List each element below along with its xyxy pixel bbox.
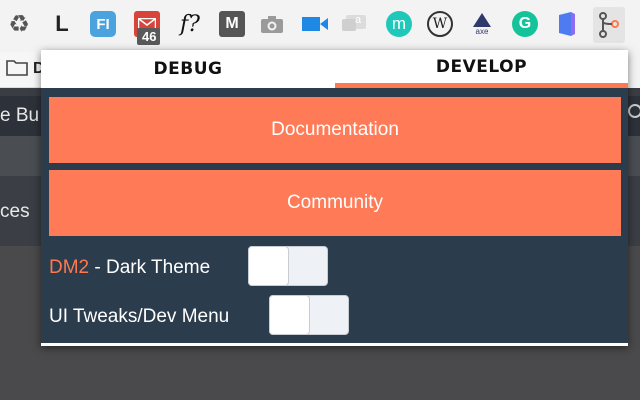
l-glyph: L [55,11,69,36]
camera-icon [261,16,283,33]
fi-extension-icon[interactable]: FI [90,11,116,37]
grammarly-extension-icon[interactable]: G [512,11,538,37]
ui-tweaks-label: UI Tweaks/Dev Menu [49,306,230,327]
axe-glyph: axe [475,26,489,36]
function-glyph: f? [180,11,200,37]
dm2-prefix: DM2 [49,257,90,278]
search-icon[interactable] [628,104,640,118]
dark-theme-label: - Dark Theme [89,257,211,278]
tab-develop[interactable]: DEVELOP [335,50,628,88]
page-title-fragment: e Bu [0,105,40,126]
triangle-icon [473,12,491,27]
ui-tweaks-row: UI Tweaks/Dev Menu [49,297,229,337]
branch-icon [599,12,619,38]
popup-tabs: DEBUG DEVELOP [41,50,628,88]
video-icon [302,17,328,31]
ui-tweaks-toggle[interactable] [269,295,349,335]
deployhq-extension-icon[interactable] [593,7,625,43]
notebook-icon [559,12,575,36]
m-extension-icon[interactable]: M [219,11,245,37]
toggle-knob [269,295,310,335]
community-button[interactable]: Community [49,170,621,236]
function-extension-icon[interactable]: f? [177,11,203,37]
grammarly-glyph: G [518,15,532,32]
w-glyph: W [432,16,448,32]
notebook-extension-icon[interactable] [554,11,580,37]
chat-glyph: a [355,14,362,26]
chat-extension-icon[interactable]: a [342,11,368,37]
recycle-extension-icon[interactable]: ♻ [6,10,32,38]
extension-popup: DEBUG DEVELOP Documentation Community DM… [41,50,628,346]
video-extension-icon[interactable] [302,11,328,37]
m-circle-glyph: m [391,14,407,33]
m-circle-extension-icon[interactable]: m [386,11,412,37]
axe-extension-icon[interactable]: axe [469,11,495,37]
page-side-fragment: ces [0,201,30,222]
w-circle-extension-icon[interactable]: W [427,11,453,37]
dark-theme-toggle[interactable] [248,246,328,286]
recycle-glyph: ♻ [8,10,30,38]
toggle-knob [248,246,289,286]
extensions-toolbar: ♻ L FI 46 f? M a m W axe G [0,0,640,52]
documentation-button[interactable]: Documentation [49,97,621,163]
tab-debug[interactable]: DEBUG [41,50,335,88]
dark-theme-row: DM2 - Dark Theme [49,248,210,288]
m-glyph: M [225,15,239,32]
folder-icon[interactable] [6,58,28,76]
camera-extension-icon[interactable] [259,11,285,37]
mail-unread-badge: 46 [137,28,161,45]
l-extension-icon[interactable]: L [49,11,75,37]
fi-glyph: FI [96,15,110,33]
toolbar-edge [628,52,640,88]
